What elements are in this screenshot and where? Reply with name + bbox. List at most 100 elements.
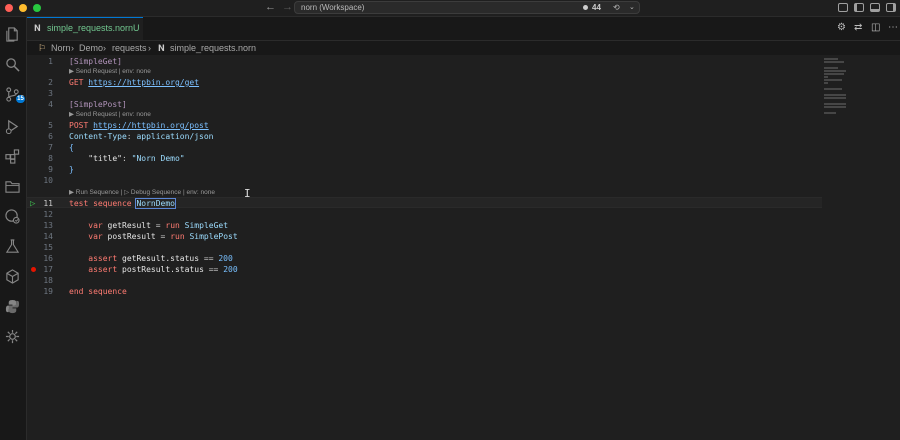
var-keyword: var — [88, 221, 103, 230]
run-test-icon[interactable]: ▷ — [30, 199, 35, 209]
norn-explorer-icon[interactable]: ⚙ — [837, 22, 846, 33]
minimap[interactable] — [824, 55, 900, 440]
line-number: 5 — [48, 121, 53, 130]
http-method: GET — [69, 78, 84, 87]
send-request-codelens[interactable]: ▶ Send Request | env: none — [69, 110, 151, 119]
extensions-icon[interactable] — [5, 149, 20, 164]
tab-label: simple_requests.norn — [47, 23, 134, 33]
operator: = — [155, 221, 161, 230]
line-number: 13 — [43, 221, 53, 230]
send-request-codelens[interactable]: ▶ Send Request | env: none — [69, 67, 151, 76]
request-line: GET https://httpbin.org/get — [69, 77, 199, 88]
assert-value: 200 — [218, 254, 233, 263]
run-target: SimpleGet — [184, 221, 229, 230]
breadcrumb-separator: › — [71, 43, 74, 53]
workspace-title: norn (Workspace) — [301, 3, 365, 12]
more-actions-icon[interactable]: ⋯ — [888, 22, 898, 33]
json-key: "title" — [88, 154, 122, 163]
minimap-line — [824, 70, 846, 72]
breadcrumb-separator: › — [148, 43, 151, 53]
minimap-line — [824, 76, 828, 78]
assert-value: 200 — [223, 265, 238, 274]
minimap-line — [824, 94, 846, 96]
breadcrumb-separator: › — [103, 43, 106, 53]
breadcrumb-file[interactable]: simple_requests.norn — [170, 43, 256, 53]
settings-bug-icon[interactable] — [5, 329, 20, 344]
breadcrumb-norn[interactable]: Norn — [51, 43, 71, 53]
var-line: var postResult = run SimplePost — [69, 231, 237, 242]
run-sequence-codelens[interactable]: ▶ Run Sequence | ▷ Debug Sequence | env:… — [69, 188, 215, 197]
sequence-keyword: test sequence — [69, 199, 132, 208]
breadcrumb-requests[interactable]: requests — [112, 43, 147, 53]
request-url[interactable]: https://httpbin.org/get — [88, 78, 199, 87]
minimap-line — [824, 82, 828, 84]
command-center[interactable]: norn (Workspace) 44 ⟲ ⌄ — [294, 1, 640, 14]
testing-icon[interactable] — [5, 239, 20, 254]
norn-file-icon: 𝐍 — [158, 43, 165, 53]
toggle-primary-sidebar-icon[interactable] — [854, 3, 864, 12]
tab-simple-requests[interactable]: 𝐍 simple_requests.norn U — [27, 17, 143, 40]
minimap-line — [824, 112, 836, 114]
minimap-line — [824, 79, 842, 81]
folder-icon[interactable] — [5, 179, 20, 194]
split-editor-icon[interactable]: ◫ — [871, 22, 880, 33]
minimap-line — [824, 88, 842, 90]
line-number: 9 — [48, 165, 53, 174]
python-icon[interactable] — [5, 299, 20, 314]
copilot-icon[interactable]: ⟲ — [613, 2, 620, 14]
section-header: [SimplePost] — [69, 100, 127, 109]
text-cursor-icon: I — [244, 187, 251, 200]
minimap-line — [824, 97, 846, 99]
zoom-window-button[interactable] — [33, 4, 41, 12]
operator: = — [160, 232, 166, 241]
line-number: 10 — [43, 176, 53, 185]
line-number: 19 — [43, 287, 53, 296]
activity-bar: 15 — [0, 17, 27, 440]
remote-icon[interactable] — [5, 209, 20, 224]
line-number: 16 — [43, 254, 53, 263]
breadcrumb-demo[interactable]: Demo — [79, 43, 103, 53]
compare-changes-icon[interactable]: ⇄ — [854, 22, 862, 33]
minimize-window-button[interactable] — [19, 4, 27, 12]
problems-count: 44 — [592, 3, 601, 12]
line-number: 1 — [48, 57, 53, 66]
json-brace: } — [69, 165, 74, 174]
json-brace: { — [69, 143, 74, 152]
breakpoint-icon[interactable] — [31, 267, 36, 272]
breadcrumb: ⚐ Norn › Demo › requests › 𝐍 simple_requ… — [27, 41, 827, 55]
line-number: 14 — [43, 232, 53, 241]
chevron-down-icon[interactable]: ⌄ — [629, 2, 635, 14]
toggle-panel-icon[interactable] — [870, 3, 880, 12]
line-number: 18 — [43, 276, 53, 285]
search-icon[interactable] — [5, 57, 20, 72]
toggle-secondary-sidebar-icon[interactable] — [886, 3, 896, 12]
assert-line: assert getResult.status == 200 — [69, 253, 233, 264]
line-number: 12 — [43, 210, 53, 219]
section-header: [SimpleGet] — [69, 57, 122, 66]
request-url[interactable]: https://httpbin.org/post — [93, 121, 209, 130]
line-number: 4 — [48, 100, 53, 109]
line-number: 8 — [48, 154, 53, 163]
header-line: Content-Type: application/json — [69, 132, 214, 141]
assert-keyword: assert — [88, 254, 118, 263]
variable-name: getResult — [107, 221, 151, 230]
minimap-line — [824, 67, 838, 69]
back-arrow-icon[interactable]: ← — [265, 1, 276, 13]
assert-expression: postResult.status — [122, 265, 204, 274]
minimap-line — [824, 61, 844, 63]
json-line: "title": "Norn Demo" — [88, 154, 185, 163]
close-window-button[interactable] — [5, 4, 13, 12]
operator: == — [208, 265, 219, 274]
package-icon[interactable] — [5, 269, 20, 284]
run-keyword: run — [165, 221, 180, 230]
minimap-line — [824, 103, 846, 105]
variable-name: postResult — [107, 232, 156, 241]
layout-customize-icon[interactable] — [838, 3, 848, 12]
code-editor[interactable]: 1 [SimpleGet] ▶ Send Request | env: none… — [27, 55, 900, 440]
minimap-line — [824, 106, 846, 108]
run-debug-icon[interactable] — [5, 119, 20, 134]
norn-file-icon: 𝐍 — [34, 23, 41, 33]
forward-arrow-icon[interactable]: → — [282, 1, 293, 13]
explorer-icon[interactable] — [5, 27, 20, 42]
source-control-button[interactable]: 15 — [5, 87, 25, 107]
